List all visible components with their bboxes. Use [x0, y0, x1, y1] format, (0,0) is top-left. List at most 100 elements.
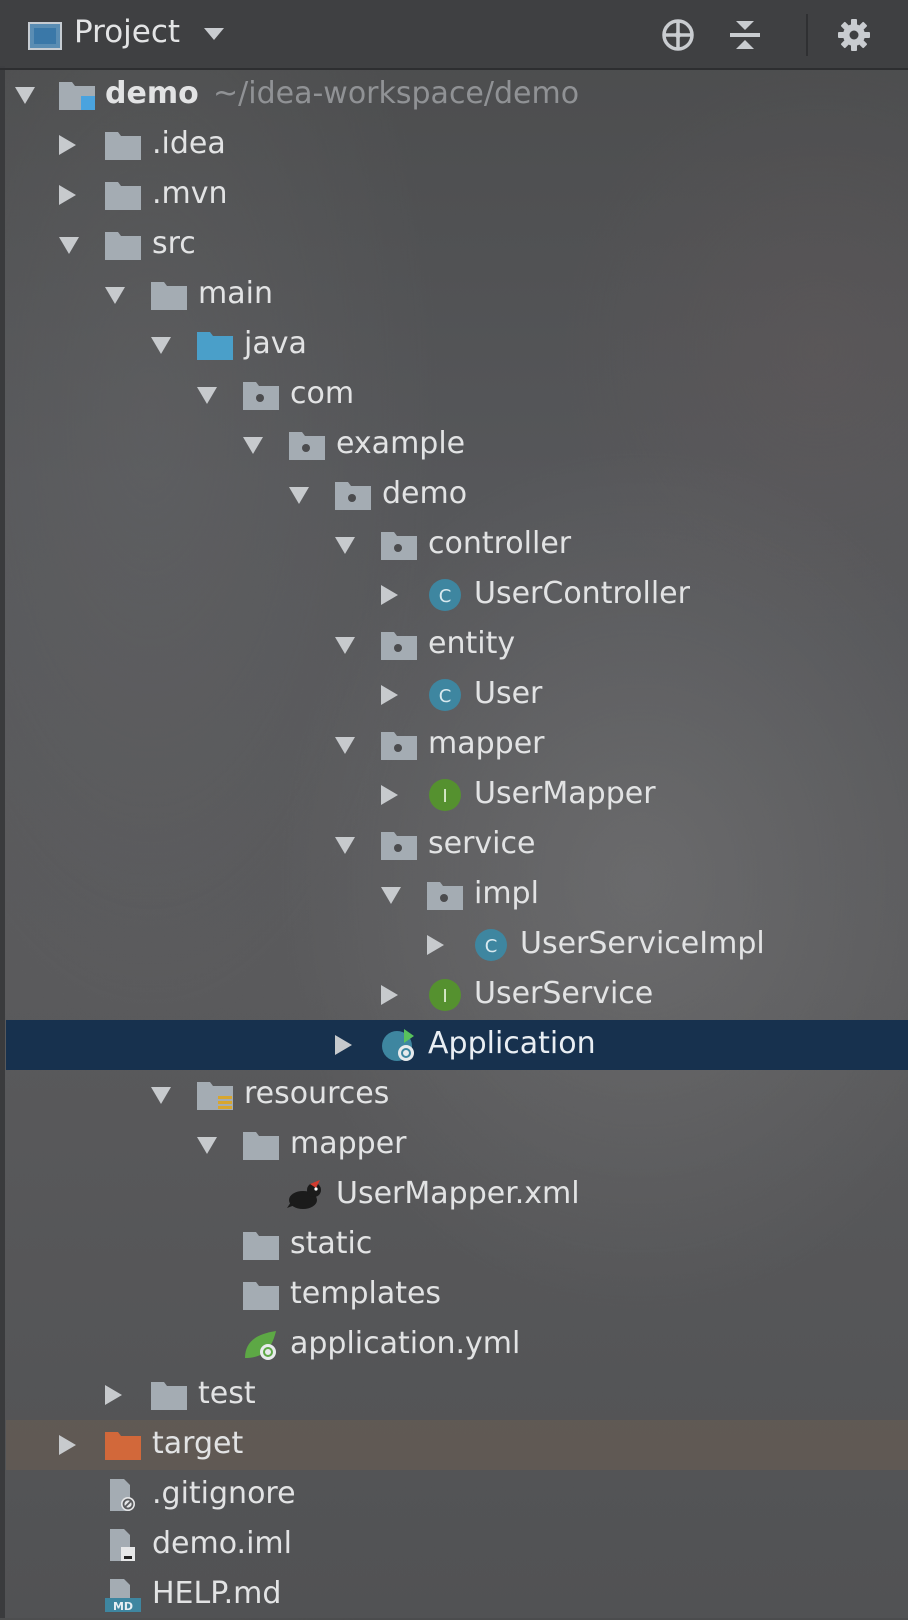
dropdown-caret-icon[interactable]	[203, 27, 225, 41]
collapse-arrow-icon[interactable]	[332, 1034, 354, 1056]
ignore-file-icon	[104, 1478, 142, 1512]
tree-label: test	[198, 1376, 256, 1411]
tree-row-mapper-folder[interactable]: mapper	[0, 1120, 908, 1170]
folder-icon	[242, 1228, 280, 1262]
expand-arrow-icon[interactable]	[288, 484, 310, 506]
tree-label: resources	[244, 1076, 390, 1111]
tree-row-demo-package[interactable]: demo	[0, 470, 908, 520]
expand-arrow-icon[interactable]	[14, 84, 36, 106]
tree-row-com[interactable]: com	[0, 370, 908, 420]
tree-row-test[interactable]: test	[0, 1370, 908, 1420]
tree-row-java[interactable]: java	[0, 320, 908, 370]
expand-arrow-icon[interactable]	[334, 634, 356, 656]
collapse-arrow-icon[interactable]	[378, 684, 400, 706]
tree-row-resources[interactable]: resources	[0, 1070, 908, 1120]
tree-label: application.yml	[290, 1326, 521, 1361]
tree-label: UserServiceImpl	[520, 926, 765, 961]
expand-arrow-icon[interactable]	[196, 1134, 218, 1156]
tree-label: controller	[428, 526, 572, 561]
gear-icon[interactable]	[836, 17, 872, 53]
resources-folder-icon	[196, 1078, 234, 1112]
tree-label: static	[290, 1226, 373, 1261]
tree-row-entity[interactable]: entity	[0, 620, 908, 670]
tree-row-mvn[interactable]: .mvn	[0, 170, 908, 220]
collapse-arrow-icon[interactable]	[378, 584, 400, 606]
collapse-arrow-icon[interactable]	[378, 984, 400, 1006]
tree-label: example	[336, 426, 466, 461]
tree-row-idea[interactable]: .idea	[0, 120, 908, 170]
tree-label: com	[290, 376, 355, 411]
tree-label: HELP.md	[152, 1576, 282, 1611]
tree-row-target[interactable]: target	[6, 1420, 908, 1470]
toolbar-separator	[806, 14, 808, 56]
expand-arrow-icon[interactable]	[150, 334, 172, 356]
expand-arrow-icon[interactable]	[380, 884, 402, 906]
project-view-title[interactable]: Project	[74, 14, 180, 50]
tree-row-mapper-package[interactable]: mapper	[0, 720, 908, 770]
project-toolbar: Project	[0, 0, 908, 70]
package-icon	[334, 478, 372, 512]
package-icon	[380, 628, 418, 662]
tree-row-service[interactable]: service	[0, 820, 908, 870]
tree-row-help-md[interactable]: HELP.md	[0, 1570, 908, 1620]
tree-row-controller[interactable]: controller	[0, 520, 908, 570]
tree-row-main[interactable]: main	[0, 270, 908, 320]
tree-row-application[interactable]: Application	[6, 1020, 908, 1070]
tree-label: src	[152, 226, 196, 261]
locate-target-icon[interactable]	[660, 17, 696, 53]
expand-arrow-icon[interactable]	[104, 284, 126, 306]
tree-row-user[interactable]: User	[0, 670, 908, 720]
interface-icon	[426, 778, 464, 812]
tree-label: demo	[382, 476, 468, 511]
expand-arrow-icon[interactable]	[242, 434, 264, 456]
tree-label: main	[198, 276, 273, 311]
tree-row-demo-iml[interactable]: demo.iml	[0, 1520, 908, 1570]
collapse-arrow-icon[interactable]	[424, 934, 446, 956]
tree-label: Application	[428, 1026, 596, 1061]
expand-arrow-icon[interactable]	[150, 1084, 172, 1106]
tree-row-application-yml[interactable]: application.yml	[0, 1320, 908, 1370]
tree-label: entity	[428, 626, 516, 661]
collapse-all-icon[interactable]	[727, 17, 763, 53]
tree-label: UserMapper	[474, 776, 656, 811]
tree-row-user-mapper[interactable]: UserMapper	[0, 770, 908, 820]
expand-arrow-icon[interactable]	[196, 384, 218, 406]
expand-arrow-icon[interactable]	[334, 834, 356, 856]
tree-row-user-controller[interactable]: UserController	[0, 570, 908, 620]
tree-label: mapper	[290, 1126, 407, 1161]
tree-label: UserService	[474, 976, 654, 1011]
tree-label: .gitignore	[152, 1476, 296, 1511]
folder-icon	[242, 1278, 280, 1312]
source-folder-icon	[196, 328, 234, 362]
tree-row-src[interactable]: src	[0, 220, 908, 270]
tree-label: demo.iml	[152, 1526, 292, 1561]
tree-row-gitignore[interactable]: .gitignore	[0, 1470, 908, 1520]
tree-row-example[interactable]: example	[0, 420, 908, 470]
tree-row-user-mapper-xml[interactable]: UserMapper.xml	[0, 1170, 908, 1220]
collapse-arrow-icon[interactable]	[378, 784, 400, 806]
expand-arrow-icon[interactable]	[334, 734, 356, 756]
mybatis-bird-icon	[286, 1178, 324, 1212]
tree-row-user-service-impl[interactable]: UserServiceImpl	[0, 920, 908, 970]
expand-arrow-icon[interactable]	[58, 234, 80, 256]
collapse-arrow-icon[interactable]	[102, 1384, 124, 1406]
tree-label: UserMapper.xml	[336, 1176, 580, 1211]
folder-icon	[104, 178, 142, 212]
expand-arrow-icon[interactable]	[334, 534, 356, 556]
folder-icon	[104, 128, 142, 162]
tree-row-impl[interactable]: impl	[0, 870, 908, 920]
collapse-arrow-icon[interactable]	[56, 1434, 78, 1456]
collapse-arrow-icon[interactable]	[56, 184, 78, 206]
class-icon	[472, 928, 510, 962]
package-icon	[426, 878, 464, 912]
tree-row-static[interactable]: static	[0, 1220, 908, 1270]
folder-icon	[150, 278, 188, 312]
tree-label: demo	[105, 76, 199, 111]
tree-row-root-demo[interactable]: demo ~/idea-workspace/demo	[0, 70, 908, 120]
collapse-arrow-icon[interactable]	[56, 134, 78, 156]
tree-row-user-service[interactable]: UserService	[0, 970, 908, 1020]
class-icon	[426, 578, 464, 612]
tree-path-hint: ~/idea-workspace/demo	[213, 76, 580, 111]
tree-label: .mvn	[152, 176, 228, 211]
tree-row-templates[interactable]: templates	[0, 1270, 908, 1320]
